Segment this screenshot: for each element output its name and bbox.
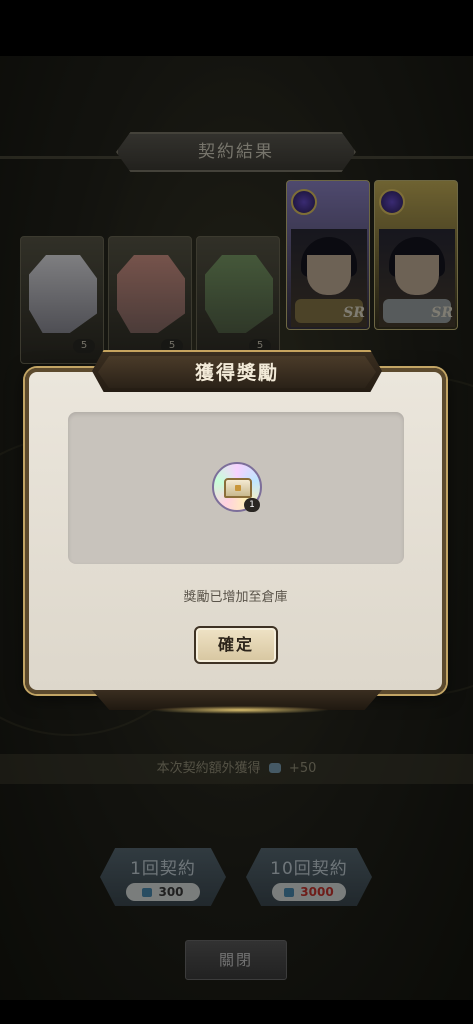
confirm-button[interactable]: 確定: [194, 626, 278, 664]
reward-dialog-title: 獲得獎勵: [98, 356, 376, 388]
item-quantity-badge: 1: [244, 498, 260, 512]
dialog-glow: [150, 706, 330, 714]
reward-dialog-header: 獲得獎勵: [92, 350, 382, 392]
navigation-bar: [0, 1000, 473, 1024]
reward-message: 獎勵已增加至倉庫: [183, 590, 288, 605]
status-bar: [0, 0, 473, 56]
